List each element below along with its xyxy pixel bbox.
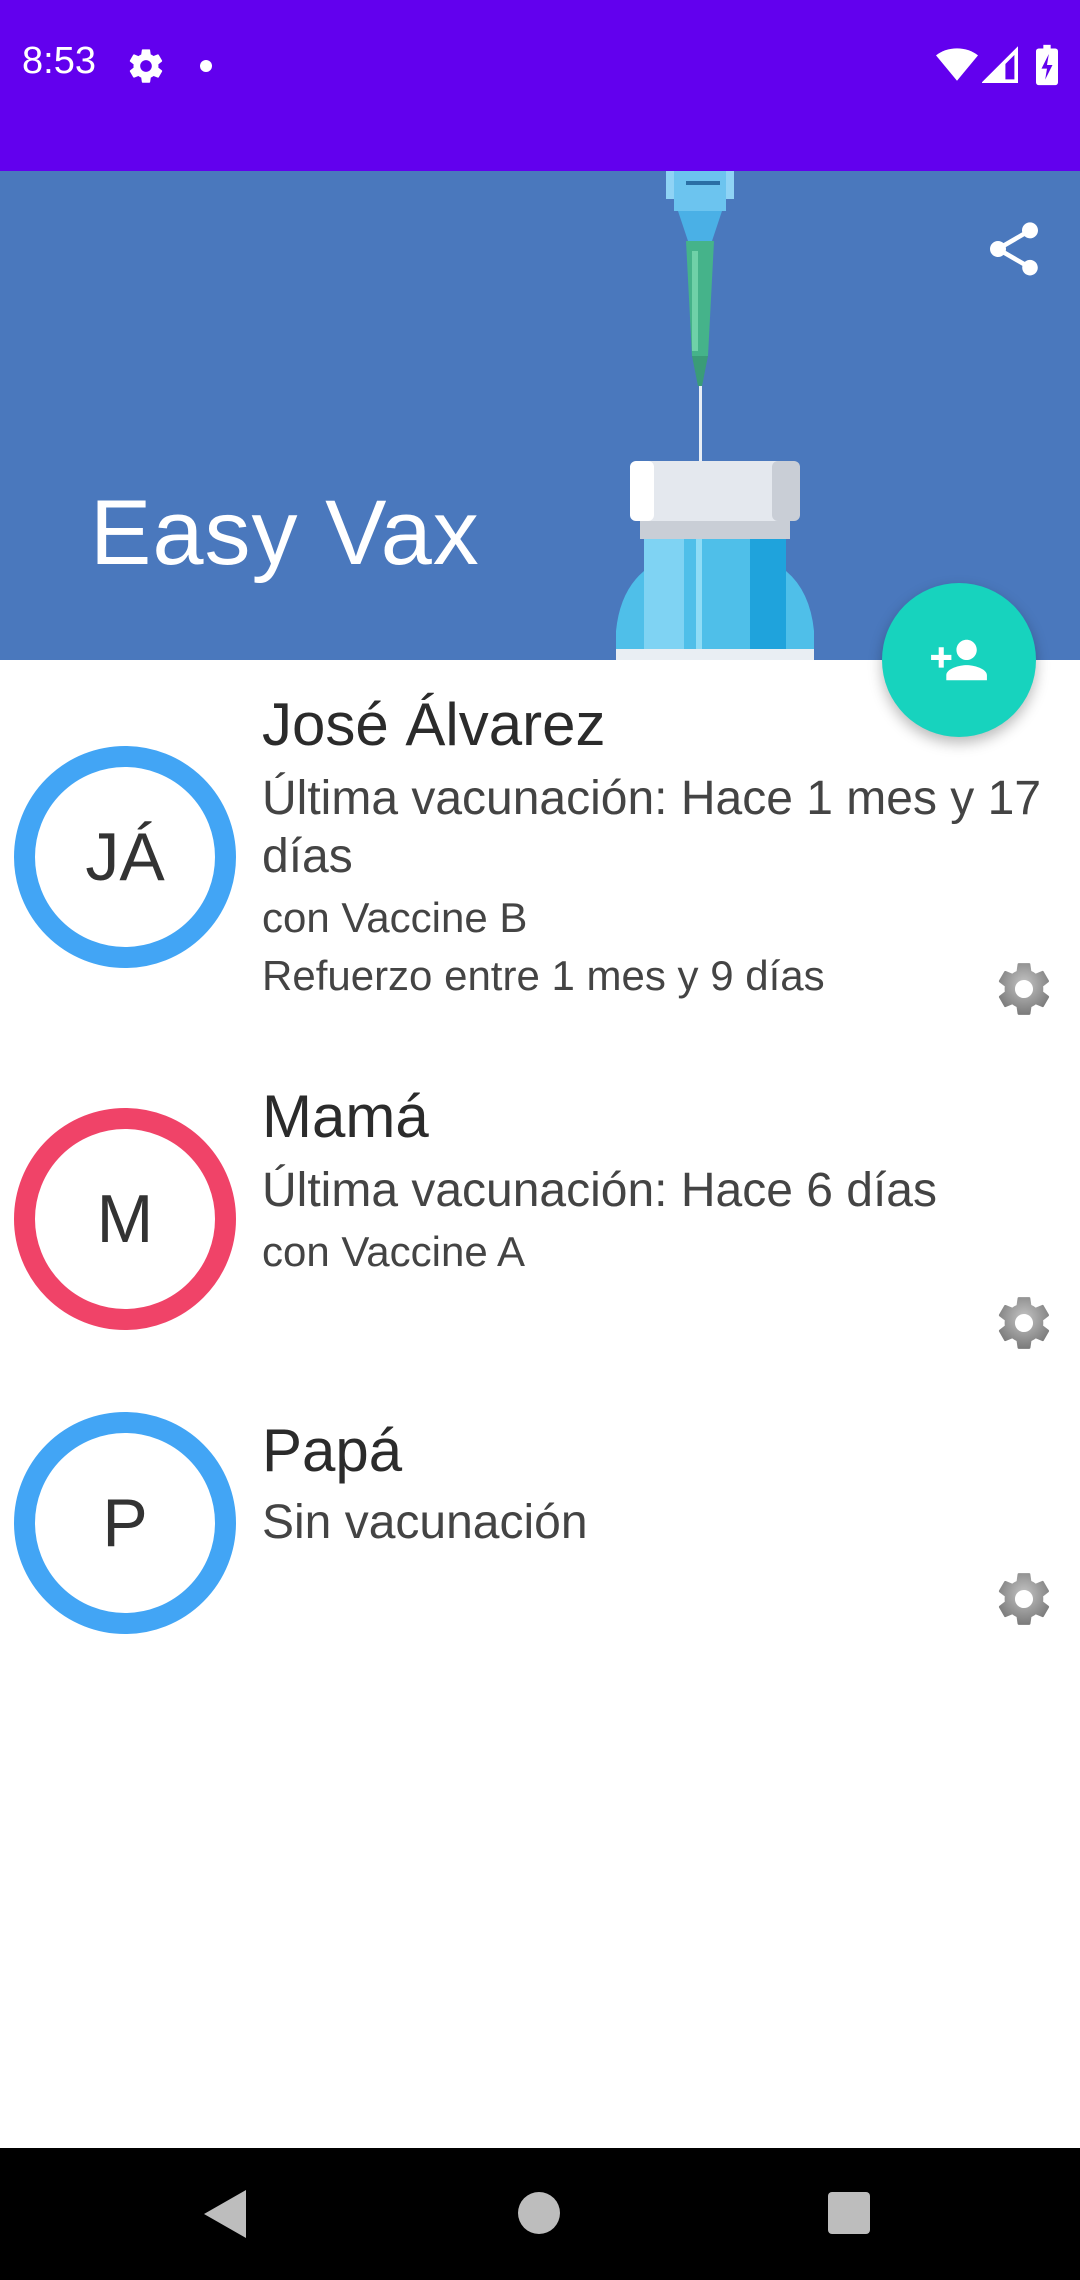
signal-icon [982,46,1018,83]
person-name: Papá [262,1417,403,1484]
avatar-initials: JÁ [85,819,165,895]
booster-info: Refuerzo entre 1 mes y 9 días [262,952,825,999]
recents-icon[interactable] [828,2192,870,2234]
person-name: José Álvarez [262,691,606,758]
battery-charging-icon [1036,44,1058,86]
settings-icon[interactable] [993,958,1055,1020]
add-person-icon [931,639,987,681]
status-time: 8:53 [22,40,96,82]
avatar: M [14,1108,236,1330]
avatar-initials: M [96,1181,154,1257]
settings-icon [129,49,163,83]
settings-icon[interactable] [993,1568,1055,1630]
wifi-icon [936,48,978,81]
status-bar: 8:53 [0,0,1080,171]
add-person-button[interactable] [882,583,1036,737]
app-title: Easy Vax [90,482,480,584]
system-nav-bar [0,2148,1080,2280]
vaccine-name: con Vaccine B [262,894,528,941]
notification-dot-icon [200,60,212,72]
last-vaccination: Última vacunación: Hace 1 mes y 17 días [262,772,1042,883]
avatar: JÁ [14,746,236,968]
avatar: P [14,1412,236,1634]
avatar-initials: P [102,1485,148,1561]
settings-icon[interactable] [993,1292,1055,1354]
share-icon[interactable] [982,217,1046,281]
last-vaccination: Última vacunación: Hace 6 días [262,1164,937,1217]
person-name: Mamá [262,1083,429,1150]
vaccine-name: con Vaccine A [262,1228,526,1275]
vaccine-illustration [616,171,814,660]
last-vaccination: Sin vacunación [262,1496,588,1549]
home-icon[interactable] [518,2192,560,2234]
app-header: Easy Vax [0,171,1080,660]
back-icon[interactable] [204,2190,246,2238]
